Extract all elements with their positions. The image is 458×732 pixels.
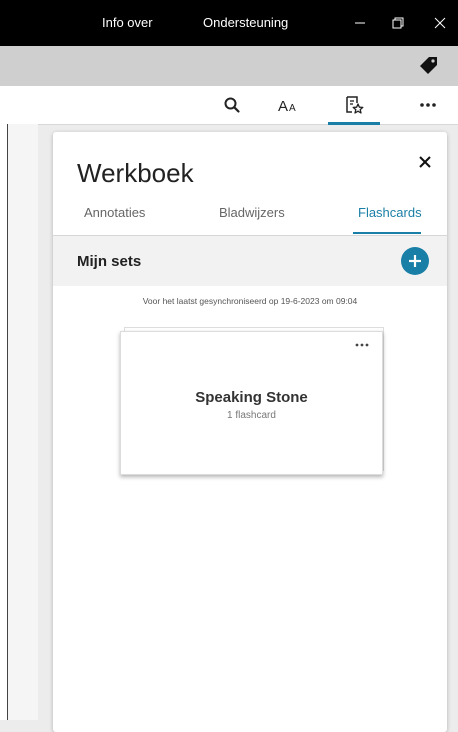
card-title: Speaking Stone: [195, 389, 308, 406]
workbook-panel: Werkboek Annotaties Bladwijzers Flashcar…: [53, 132, 447, 732]
font-size-button[interactable]: A A: [266, 86, 310, 124]
more-icon: [420, 103, 436, 107]
tab-bladwijzers[interactable]: Bladwijzers: [219, 205, 285, 220]
notebook-star-icon: [346, 96, 364, 114]
window-close-button[interactable]: [425, 8, 455, 38]
restore-button[interactable]: [383, 8, 413, 38]
sets-header: Mijn sets: [53, 236, 447, 286]
active-tab-indicator: [328, 122, 380, 125]
secondary-bar: [0, 46, 458, 86]
reader-toolbar: A A: [0, 86, 458, 125]
left-edge: [0, 124, 8, 720]
svg-text:A: A: [289, 103, 296, 114]
sets-title: Mijn sets: [77, 253, 142, 270]
plus-icon: [409, 255, 421, 267]
minimize-button[interactable]: [345, 8, 375, 38]
page-margin: [8, 124, 38, 720]
restore-icon: [392, 17, 404, 29]
close-icon: [419, 156, 431, 168]
search-button[interactable]: [210, 86, 254, 124]
title-bar: Info over Ondersteuning: [0, 0, 458, 46]
font-size-icon: A A: [278, 98, 296, 114]
more-icon: [355, 343, 369, 347]
minimize-icon: [355, 22, 365, 24]
sync-status: Voor het laatst gesynchroniseerd op 19-6…: [142, 296, 358, 306]
more-options-button[interactable]: [406, 86, 450, 124]
add-set-button[interactable]: [401, 247, 429, 275]
search-icon: [224, 97, 240, 113]
panel-title: Werkboek: [77, 158, 194, 188]
panel-tabs: Annotaties Bladwijzers Flashcards: [53, 205, 447, 236]
tab-annotaties[interactable]: Annotaties: [84, 205, 145, 220]
workbook-button[interactable]: [328, 86, 380, 125]
close-icon: [434, 17, 446, 29]
menu-ondersteuning[interactable]: Ondersteuning: [203, 15, 288, 30]
tag-icon[interactable]: [418, 54, 440, 76]
svg-text:A: A: [278, 98, 288, 114]
panel-close-button[interactable]: [413, 150, 437, 174]
card-count: 1 flashcard: [227, 410, 276, 421]
tab-active-indicator: [353, 232, 421, 234]
flashcard-set-card[interactable]: Speaking Stone 1 flashcard: [120, 331, 383, 475]
tab-flashcards[interactable]: Flashcards: [358, 205, 422, 220]
menu-info-over[interactable]: Info over: [102, 15, 153, 30]
card-more-button[interactable]: [352, 338, 372, 350]
